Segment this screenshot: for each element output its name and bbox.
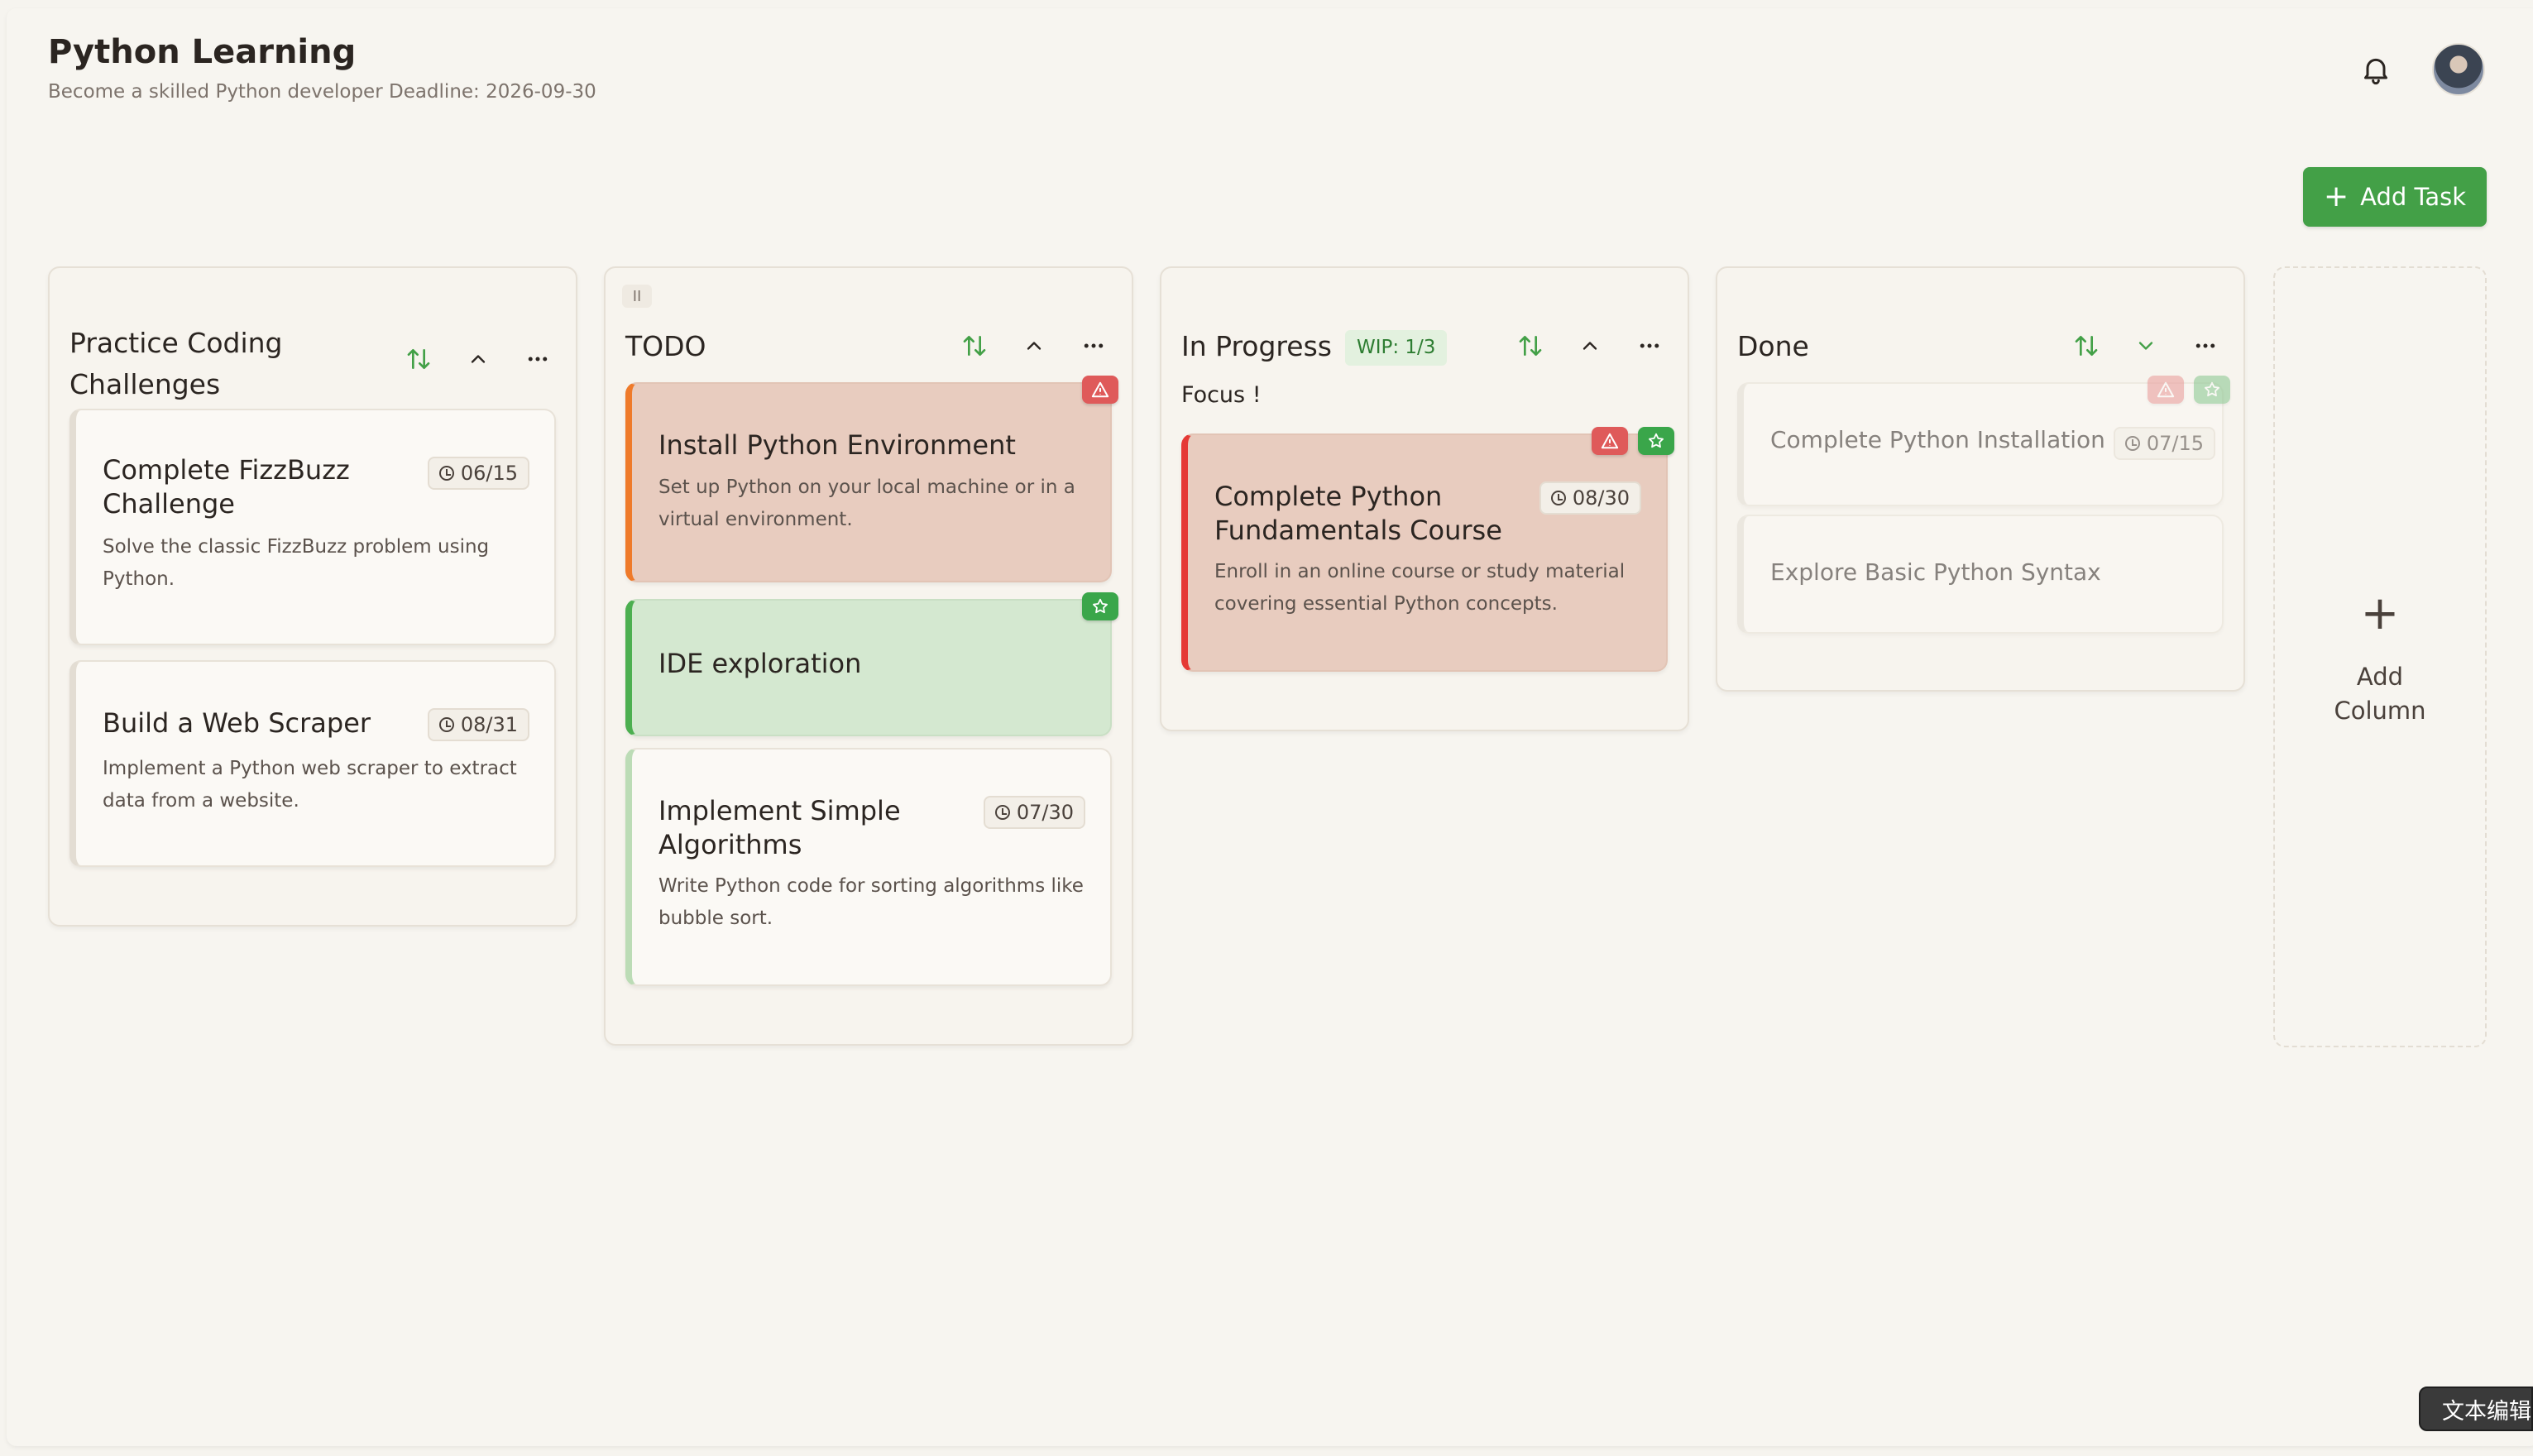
star-tag[interactable] xyxy=(2194,376,2230,404)
add-task-button[interactable]: + Add Task xyxy=(2303,167,2487,227)
due-date-badge: 08/31 xyxy=(427,708,529,741)
column-todo: II TODO Install Python Environment Set u… xyxy=(604,266,1133,1046)
task-card[interactable]: Complete Python Fundamentals Course 08/3… xyxy=(1181,427,1674,672)
warning-icon xyxy=(1601,433,1619,449)
sort-icon[interactable] xyxy=(405,346,432,372)
due-date: 07/30 xyxy=(1016,801,1074,824)
chevron-up-icon[interactable] xyxy=(465,346,491,372)
chevron-up-icon[interactable] xyxy=(1021,333,1047,359)
sort-icon[interactable] xyxy=(1517,333,1544,359)
task-title: Implement Simple Algorithms xyxy=(658,795,901,860)
due-date-badge: 08/30 xyxy=(1539,481,1641,515)
task-description: Set up Python on your local machine or i… xyxy=(658,477,1075,531)
clock-icon xyxy=(994,805,1010,820)
plus-icon: + xyxy=(2360,587,2400,640)
clock-icon xyxy=(438,717,454,732)
due-date: 08/30 xyxy=(1572,486,1630,510)
task-card[interactable]: Implement Simple Algorithms 07/30 Write … xyxy=(625,748,1112,986)
star-tag[interactable] xyxy=(1638,427,1674,455)
task-card[interactable]: Complete Python Installation 07/15 xyxy=(1737,376,2230,506)
star-icon xyxy=(2205,381,2219,397)
column-done: Done Complete Python Installation 07/15 … xyxy=(1716,266,2245,692)
star-tag[interactable] xyxy=(1082,592,1118,620)
due-date-badge: 07/15 xyxy=(2113,427,2215,460)
warning-icon xyxy=(1091,381,1109,398)
column-title: Done xyxy=(1737,330,1809,362)
task-title: Explore Basic Python Syntax xyxy=(1770,558,2101,586)
star-icon xyxy=(1093,598,1108,614)
star-icon xyxy=(1649,433,1664,448)
task-description: Implement a Python web scraper to extrac… xyxy=(103,758,517,812)
clock-icon xyxy=(438,466,454,481)
chevron-down-icon[interactable] xyxy=(2133,333,2159,359)
task-card[interactable]: Build a Web Scraper 08/31 Implement a Py… xyxy=(69,660,556,867)
column-title-text: In Progress xyxy=(1181,330,1332,362)
task-title: IDE exploration xyxy=(658,648,862,679)
due-date-badge: 07/30 xyxy=(983,796,1085,829)
column-note: Focus ! xyxy=(1181,382,1262,408)
column-actions xyxy=(961,333,1107,359)
task-title: Install Python Environment xyxy=(658,429,1016,461)
more-icon[interactable] xyxy=(1636,333,1663,359)
task-card[interactable]: IDE exploration xyxy=(625,592,1118,736)
add-column-button[interactable]: + Add Column xyxy=(2273,266,2487,1047)
sort-icon[interactable] xyxy=(961,333,988,359)
page-title: Python Learning xyxy=(48,33,357,71)
task-card[interactable]: Install Python Environment Set up Python… xyxy=(625,376,1118,582)
column-actions xyxy=(405,346,551,372)
tooltip: 文本编辑 xyxy=(2419,1387,2533,1431)
column-title: TODO xyxy=(625,330,706,362)
bell-icon[interactable] xyxy=(2359,53,2392,86)
column-in-progress: In Progress WIP: 1/3 Focus ! Complete Pyt… xyxy=(1160,266,1689,731)
column-actions xyxy=(2073,333,2219,359)
task-title: Build a Web Scraper xyxy=(103,707,371,739)
more-icon[interactable] xyxy=(1080,333,1107,359)
task-description: Enroll in an online course or study mate… xyxy=(1214,561,1626,615)
page-subtitle: Become a skilled Python developer Deadli… xyxy=(48,81,596,103)
wip-badge: WIP: 1/3 xyxy=(1344,330,1448,366)
clock-icon xyxy=(2124,436,2140,451)
warning-tag[interactable] xyxy=(1082,376,1118,404)
more-icon[interactable] xyxy=(524,346,551,372)
warning-icon xyxy=(2157,381,2175,398)
warning-tag[interactable] xyxy=(2148,376,2184,404)
task-description: Solve the classic FizzBuzz problem using… xyxy=(103,536,490,591)
column-practice-coding-challenges: Practice Coding Challenges Complete Fizz… xyxy=(48,266,577,927)
due-date: 06/15 xyxy=(460,462,518,485)
task-card[interactable]: Complete FizzBuzz Challenge 06/15 Solve … xyxy=(69,409,556,645)
due-date-badge: 06/15 xyxy=(427,457,529,490)
column-title: Practice Coding Challenges xyxy=(69,327,283,400)
task-card[interactable]: Explore Basic Python Syntax xyxy=(1737,515,2224,634)
add-task-label: Add Task xyxy=(2360,183,2467,211)
plus-icon: + xyxy=(2323,180,2349,213)
clock-icon xyxy=(1550,491,1566,505)
column-title: In Progress WIP: 1/3 xyxy=(1181,326,1448,367)
task-title: Complete Python Fundamentals Course xyxy=(1214,481,1502,546)
drag-handle-icon[interactable]: II xyxy=(622,285,652,308)
chevron-up-icon[interactable] xyxy=(1577,333,1603,359)
task-title: Complete Python Installation xyxy=(1770,426,2105,453)
add-column-label: Add Column xyxy=(2334,663,2426,725)
sort-icon[interactable] xyxy=(2073,333,2100,359)
due-date: 08/31 xyxy=(460,713,518,736)
column-actions xyxy=(1517,333,1663,359)
task-description: Write Python code for sorting algorithms… xyxy=(658,875,1084,930)
task-title: Complete FizzBuzz Challenge xyxy=(103,454,350,520)
more-icon[interactable] xyxy=(2192,333,2219,359)
due-date: 07/15 xyxy=(2146,432,2204,455)
warning-tag[interactable] xyxy=(1592,427,1628,455)
avatar[interactable] xyxy=(2432,43,2485,96)
